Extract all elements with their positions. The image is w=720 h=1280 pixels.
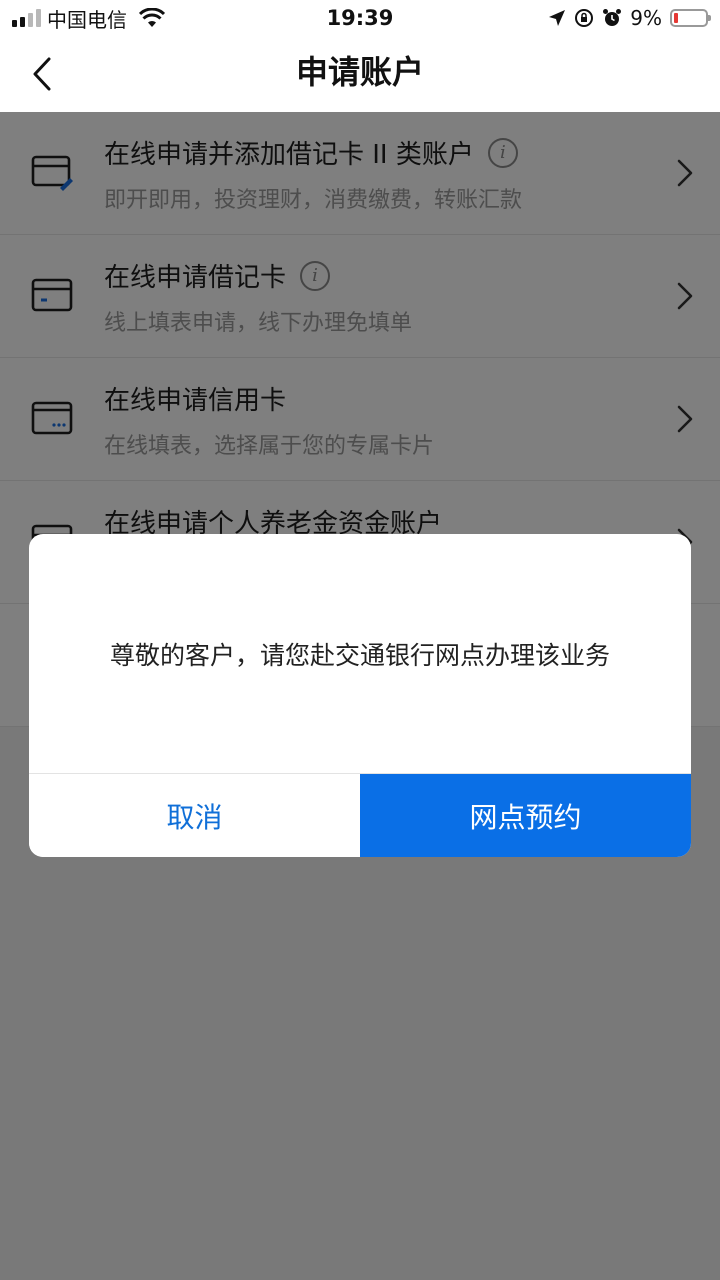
alert-dialog: 尊敬的客户，请您赴交通银行网点办理该业务 取消 网点预约 [29,534,691,857]
orientation-lock-icon [575,9,594,27]
battery-level [674,13,678,23]
cancel-button[interactable]: 取消 [29,774,360,857]
dialog-buttons: 取消 网点预约 [29,774,691,857]
status-bar: 中国电信 19:39 9% [0,0,720,36]
branch-appointment-button[interactable]: 网点预约 [360,774,691,857]
page-title: 申请账户 [295,53,424,91]
battery-percent: 9% [630,6,662,30]
alarm-icon [603,9,622,26]
location-arrow-icon [549,10,566,26]
status-right: 9% [548,4,711,32]
dialog-message: 尊敬的客户，请您赴交通银行网点办理该业务 [109,640,610,670]
nav-bar: 申请账户 [0,36,720,112]
battery-icon [670,9,711,27]
